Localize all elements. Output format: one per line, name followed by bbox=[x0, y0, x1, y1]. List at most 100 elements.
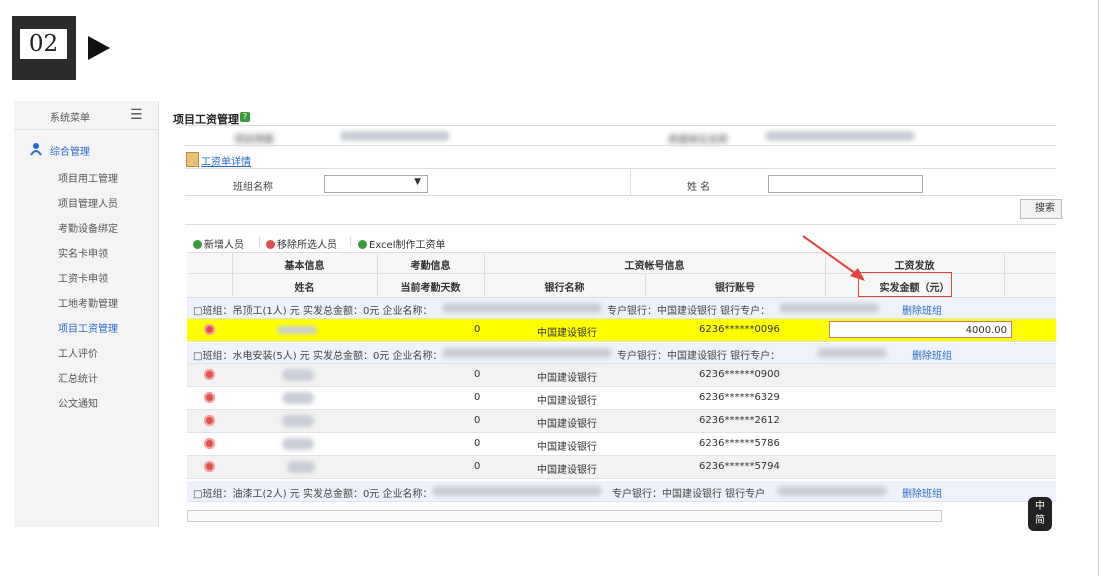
header-account-info: 工资帐号信息 bbox=[624, 261, 685, 272]
redacted-name bbox=[287, 461, 315, 473]
column-divider bbox=[1004, 252, 1005, 296]
sidebar-item[interactable]: 项目用工管理 bbox=[58, 170, 118, 185]
delete-group-link[interactable]: 删除班组 bbox=[902, 302, 942, 317]
group-summary: □班组：吊顶工(1人) 元 实发总金额：0元 企业名称： bbox=[193, 306, 433, 317]
delete-row-icon[interactable] bbox=[204, 392, 215, 403]
sidebar-header: 系统菜单 ☰ bbox=[14, 101, 158, 130]
toolbar-separator: | bbox=[258, 236, 262, 247]
header-attendance: 考勤信息 bbox=[410, 261, 451, 272]
play-arrow-icon bbox=[88, 36, 110, 60]
group-summary: □班组：油漆工(2人) 元 实发总金额：0元 企业名称： bbox=[193, 489, 433, 500]
add-person-button[interactable]: 新增人员 bbox=[193, 236, 244, 251]
group-bank-info: 专户银行：中国建设银行 银行专户： bbox=[617, 351, 781, 362]
bank-name: 中国建设银行 bbox=[537, 396, 597, 407]
remove-selected-label: 移除所选人员 bbox=[277, 240, 337, 251]
bank-name: 中国建设银行 bbox=[537, 373, 597, 384]
redacted-field bbox=[777, 486, 887, 496]
chevron-down-icon: ▼ bbox=[414, 177, 421, 187]
team-name-label: 班组名称 bbox=[233, 182, 273, 193]
document-icon bbox=[186, 152, 199, 167]
sidebar-item[interactable]: 项目管理人员 bbox=[58, 195, 118, 210]
divider bbox=[185, 125, 1056, 126]
delete-row-icon[interactable] bbox=[204, 438, 215, 449]
delete-row-icon[interactable] bbox=[204, 415, 215, 426]
redacted-field bbox=[765, 131, 915, 141]
person-icon bbox=[30, 143, 42, 156]
redacted-name bbox=[277, 326, 317, 334]
sidebar-item[interactable]: 工地考勤管理 bbox=[58, 295, 118, 310]
bank-name: 中国建设银行 bbox=[537, 328, 597, 339]
table-row[interactable]: 0 中国建设银行 6236******0096 4000.00 bbox=[187, 319, 1056, 342]
sidebar-item[interactable]: 汇总统计 bbox=[58, 370, 98, 385]
table-row[interactable]: 0 中国建设银行 6236******2612 bbox=[187, 410, 1056, 433]
header-bank[interactable]: 银行名称 bbox=[484, 279, 645, 294]
group-row[interactable]: □班组：吊顶工(1人) 元 实发总金额：0元 企业名称： 专户银行：中国建设银行… bbox=[187, 298, 1056, 319]
table-row[interactable]: 0 中国建设银行 6236******0900 bbox=[187, 364, 1056, 387]
step-number: 02 bbox=[20, 29, 67, 59]
delete-row-icon[interactable] bbox=[204, 324, 215, 335]
sidebar-group-general[interactable]: 综合管理 bbox=[14, 139, 158, 159]
excel-export-label: Excel制作工资单 bbox=[369, 240, 446, 251]
horizontal-scrollbar[interactable] bbox=[187, 510, 942, 522]
header-name[interactable]: 姓名 bbox=[232, 279, 377, 294]
redacted-name bbox=[282, 438, 314, 450]
project-label: 项目预算 bbox=[234, 135, 274, 146]
name-input[interactable] bbox=[768, 175, 923, 193]
redacted-name bbox=[282, 369, 314, 381]
annotation-highlight-box bbox=[858, 272, 952, 297]
table-row[interactable]: 0 中国建设银行 6236******5794 bbox=[187, 456, 1056, 479]
remove-selected-button[interactable]: 移除所选人员 bbox=[266, 236, 337, 251]
ime-mode-label: 中 bbox=[1035, 501, 1045, 512]
header-days[interactable]: 当前考勤天数 bbox=[377, 279, 484, 294]
delete-row-icon[interactable] bbox=[204, 461, 215, 472]
bank-account: 6236******2612 bbox=[699, 415, 780, 426]
sidebar-item[interactable]: 公文通知 bbox=[58, 395, 98, 410]
divider bbox=[630, 169, 631, 195]
redacted-field bbox=[442, 348, 612, 358]
redacted-field bbox=[340, 131, 450, 141]
team-select[interactable]: ▼ bbox=[324, 175, 428, 193]
bank-account: 6236******5786 bbox=[699, 438, 780, 449]
sidebar: 系统菜单 ☰ 综合管理 项目用工管理 项目管理人员 考勤设备绑定 实名卡申领工资卡申领… bbox=[14, 101, 159, 527]
redacted-name bbox=[282, 415, 314, 427]
sidebar-item[interactable]: 项目工资管理 bbox=[58, 320, 118, 335]
plus-circle-icon bbox=[193, 240, 202, 249]
sidebar-title: 系统菜单 bbox=[50, 113, 90, 124]
ime-indicator[interactable]: 中 简 bbox=[1028, 497, 1052, 531]
step-badge: 02 bbox=[12, 16, 76, 80]
table-row[interactable]: 0 中国建设银行 6236******6329 bbox=[187, 387, 1056, 410]
header-basic-info: 基本信息 bbox=[284, 261, 325, 272]
excel-export-button[interactable]: Excel制作工资单 bbox=[358, 236, 446, 251]
table-row[interactable]: 0 中国建设银行 6236******5786 bbox=[187, 433, 1056, 456]
divider bbox=[185, 224, 1056, 225]
salary-detail-link[interactable]: 工资单详情 bbox=[201, 153, 251, 168]
amount-input[interactable]: 4000.00 bbox=[829, 321, 1012, 338]
attendance-days: 0 bbox=[474, 438, 481, 449]
group-bank-info: 专户银行：中国建设银行 银行专户： bbox=[607, 306, 771, 317]
bank-name: 中国建设银行 bbox=[537, 442, 597, 453]
divider bbox=[185, 168, 1056, 169]
bank-name: 中国建设银行 bbox=[537, 419, 597, 430]
sidebar-item[interactable]: 考勤设备绑定 bbox=[58, 220, 118, 235]
attendance-days: 0 bbox=[474, 415, 481, 426]
toolbar-separator: | bbox=[349, 236, 353, 247]
unit-label: 参建单位名称 bbox=[668, 135, 728, 146]
minus-circle-icon bbox=[266, 240, 275, 249]
delete-row-icon[interactable] bbox=[204, 369, 215, 380]
delete-group-link[interactable]: 删除班组 bbox=[912, 347, 952, 362]
sidebar-item[interactable]: 工资卡申领 bbox=[58, 270, 108, 285]
divider bbox=[185, 195, 1056, 196]
bank-account: 6236******5794 bbox=[699, 461, 780, 472]
group-row[interactable]: □班组：水电安装(5人) 元 实发总金额：0元 企业名称： 专户银行：中国建设银… bbox=[187, 343, 1056, 364]
bank-account: 6236******0096 bbox=[699, 324, 780, 335]
delete-group-link[interactable]: 删除班组 bbox=[902, 485, 942, 500]
sidebar-item[interactable]: 工人评价 bbox=[58, 345, 98, 360]
attendance-days: 0 bbox=[474, 392, 481, 403]
attendance-days: 0 bbox=[474, 461, 481, 472]
add-person-label: 新增人员 bbox=[204, 240, 244, 251]
search-button[interactable]: 搜索 bbox=[1020, 199, 1062, 219]
ime-script-label: 简 bbox=[1035, 515, 1045, 526]
group-row[interactable]: □班组：油漆工(2人) 元 实发总金额：0元 企业名称： 专户银行：中国建设银行… bbox=[187, 481, 1056, 502]
sidebar-item[interactable]: 实名卡申领 bbox=[58, 245, 108, 260]
menu-collapse-icon[interactable]: ☰ bbox=[130, 107, 143, 123]
